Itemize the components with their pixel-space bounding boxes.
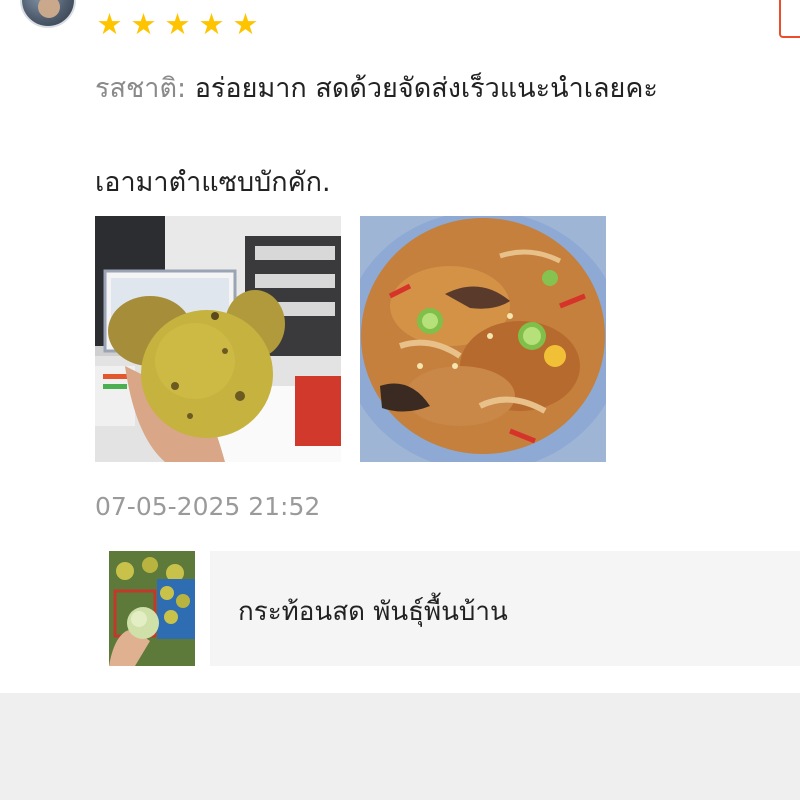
product-link-card[interactable]: กระท้อนสด พันธุ์พื้นบ้าน xyxy=(95,551,800,666)
star-icon: ★ xyxy=(96,7,123,41)
santol-fruit-photo xyxy=(95,216,341,462)
review-photo-salad[interactable] xyxy=(360,216,606,462)
review-taste: รสชาติ: อร่อยมาก สดด้วยจัดส่งเร็วแนะนำเล… xyxy=(95,66,658,109)
product-thumbnail xyxy=(95,551,210,666)
spicy-santol-salad-photo xyxy=(360,216,606,462)
taste-text: อร่อยมาก สดด้วยจัดส่งเร็วแนะนำเลยคะ xyxy=(194,73,658,104)
review-timestamp: 07-05-2025 21:52 xyxy=(95,492,321,521)
avatar-face xyxy=(38,0,60,18)
product-name: กระท้อนสด พันธุ์พื้นบ้าน xyxy=(238,597,508,627)
star-icon: ★ xyxy=(164,7,191,41)
taste-label: รสชาติ: xyxy=(95,73,187,104)
review-card: ★ ★ ★ ★ ★ รสชาติ: อร่อยมาก สดด้วยจัดส่งเ… xyxy=(0,0,800,693)
star-icon: ★ xyxy=(232,7,259,41)
avatar[interactable] xyxy=(20,0,76,28)
product-image xyxy=(95,551,210,666)
review-photo-santol[interactable] xyxy=(95,216,341,462)
review-comment: เอามาตำแซบบักคัก. xyxy=(95,167,331,198)
star-icon: ★ xyxy=(198,7,225,41)
rating-stars: ★ ★ ★ ★ ★ xyxy=(95,10,260,39)
corner-action-button[interactable] xyxy=(779,0,800,38)
star-icon: ★ xyxy=(130,7,157,41)
section-divider xyxy=(0,693,800,800)
